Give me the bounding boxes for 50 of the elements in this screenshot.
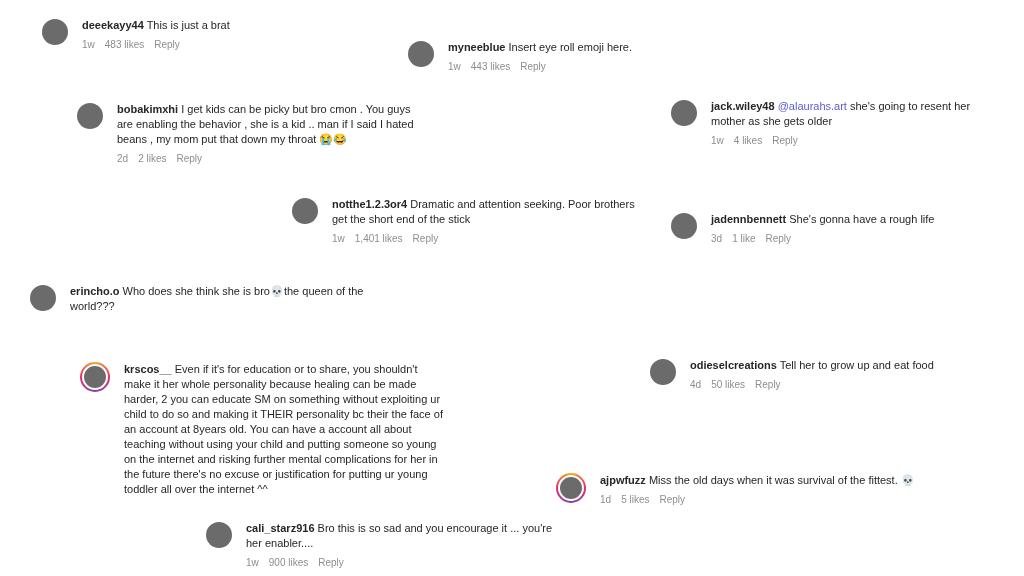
comment-text: erincho.o Who does she think she is bro💀the queen of the world??? [70, 284, 365, 314]
comment-time: 1d [600, 494, 612, 506]
comment-text: notthe1.2.3or4 Dramatic and attention seeking. Poor brothers get the short end of the stick [332, 197, 636, 227]
comment-text: deeekayy44 This is just a brat [82, 18, 230, 33]
reply-button[interactable]: Reply [412, 233, 439, 245]
comment-time: 1w [246, 557, 259, 569]
like-count: 2 likes [138, 153, 167, 165]
reply-button[interactable]: Reply [520, 61, 546, 73]
reply-button[interactable]: Reply [659, 494, 686, 506]
like-count: 483 likes [104, 39, 145, 51]
avatar[interactable] [206, 522, 232, 548]
mention-link[interactable]: @alaurahs.art [777, 100, 847, 112]
like-count: 1,401 likes [354, 233, 403, 245]
comment-time: 1w [82, 39, 95, 51]
comment-text: bobakimxhi I get kids can be picky but bro cmon . You guys are enabling the behavior , she is a kid .. man if I said I hated beans , my mom put that down my throat 😭😂 [117, 102, 415, 147]
comment-text: cali_starz916 Bro this is so sad and you encourage it ... you're her enabler.... [246, 521, 554, 551]
avatar[interactable] [671, 213, 697, 239]
comment-time: 4d [690, 379, 702, 391]
comment-text: odieselcreations Tell her to grow up and eat food [690, 358, 934, 373]
comment-text: ajpwfuzz Miss the old days when it was survival of the fittest. 💀 [600, 473, 915, 488]
avatar[interactable] [42, 19, 68, 45]
comment-text: myneeblue Insert eye roll emoji here. [448, 40, 633, 55]
like-count: 1 like [732, 233, 756, 245]
comment-text: krscos__ Even if it's for education or to share, you shouldn't make it her whole personality because healing can be made harder, 2 you can educate SM on something without exploiting ur child to do so and making it THEIR personality bc their the face of an account at 8years old. You can have a account all about teaching without using your child and putting someone so young on the internet and risking further mental complications for her in the future there's no excuse or justification for putting ur young toddler all over the internet ^^ [124, 362, 444, 497]
reply-button[interactable]: Reply [318, 557, 344, 569]
like-count: 5 likes [621, 494, 650, 506]
comment-text: jadennbennett She's gonna have a rough life [711, 212, 935, 227]
avatar[interactable] [671, 100, 697, 126]
comment-time: 1w [332, 233, 345, 245]
reply-button[interactable]: Reply [765, 233, 792, 245]
avatar[interactable] [556, 473, 586, 503]
comment-time: 2d [117, 153, 129, 165]
comment-text: jack.wiley48 @alaurahs.art she's going to resent her mother as she gets older [711, 99, 972, 129]
avatar[interactable] [30, 285, 56, 311]
comment-time: 1w [711, 135, 724, 147]
comment-time: 3d [711, 233, 723, 245]
avatar[interactable] [80, 362, 110, 392]
avatar[interactable] [77, 103, 103, 129]
reply-button[interactable]: Reply [772, 135, 798, 147]
comment-time: 1w [448, 61, 461, 73]
like-count: 50 likes [711, 379, 746, 391]
avatar[interactable] [292, 198, 318, 224]
like-count: 443 likes [470, 61, 511, 73]
avatar[interactable] [650, 359, 676, 385]
reply-button[interactable]: Reply [176, 153, 203, 165]
like-count: 900 likes [268, 557, 309, 569]
like-count: 4 likes [733, 135, 763, 147]
reply-button[interactable]: Reply [755, 379, 781, 391]
avatar[interactable] [408, 41, 434, 67]
reply-button[interactable]: Reply [154, 39, 180, 51]
